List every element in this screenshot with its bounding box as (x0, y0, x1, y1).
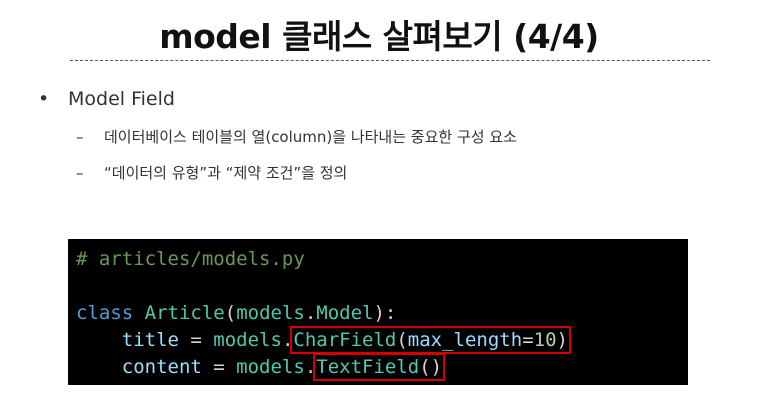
subitem-marker: – (76, 128, 84, 146)
code-module: models (213, 329, 282, 351)
code-arg-name: max_length (407, 329, 523, 351)
slide-title: model 클래스 살펴보기 (4/4) (159, 17, 599, 56)
code-close: ): (373, 302, 397, 324)
subitem-text: 데이터베이스 테이블의 열(column)을 나타내는 중요한 구성 요소 (104, 128, 517, 146)
code-line-content: content = models.TextField() (76, 353, 446, 381)
code-block: # articles/models.py class Article(model… (68, 239, 688, 385)
code-class-name: Article (144, 302, 225, 324)
code-field-type: TextField (316, 356, 420, 378)
code-dot: . (304, 356, 317, 378)
highlight-charfield: CharField(max_length=10) (290, 326, 571, 354)
code-base-class: Model (316, 302, 374, 324)
code-field-type: CharField (293, 329, 397, 351)
bullet-text: Model Field (68, 88, 175, 110)
subitem-text: “데이터의 유형”과 “제약 조건”을 정의 (104, 164, 348, 182)
code-arg-assign: = (522, 329, 534, 351)
code-dot: . (281, 329, 294, 351)
code-keyword: class (76, 302, 134, 324)
highlight-textfield: TextField() (313, 353, 446, 381)
code-field-name: title (121, 329, 179, 351)
subitem-2: – “데이터의 유형”과 “제약 조건”을 정의 (76, 162, 347, 183)
bullet-marker: • (38, 88, 50, 110)
bullet-model-field: • Model Field (38, 88, 175, 110)
code-dot: . (304, 302, 317, 324)
code-comment: # articles/models.py (76, 248, 305, 270)
code-paren: ( (396, 329, 408, 351)
code-assign: = (201, 356, 237, 378)
code-module: models (236, 302, 305, 324)
code-line-class: class Article(models.Model): (76, 301, 396, 325)
title-divider (70, 60, 710, 61)
code-close: ) (556, 329, 568, 351)
code-line-title: title = models.CharField(max_length=10) (76, 326, 571, 354)
code-assign: = (178, 329, 214, 351)
subitem-1: – 데이터베이스 테이블의 열(column)을 나타내는 중요한 구성 요소 (76, 126, 517, 147)
code-parens: () (419, 356, 443, 378)
code-line-comment: # articles/models.py (76, 247, 305, 271)
subitem-marker: – (76, 164, 84, 182)
code-module: models (236, 356, 305, 378)
code-arg-value: 10 (533, 329, 557, 351)
code-field-name: content (121, 356, 202, 378)
code-paren: ( (224, 302, 237, 324)
